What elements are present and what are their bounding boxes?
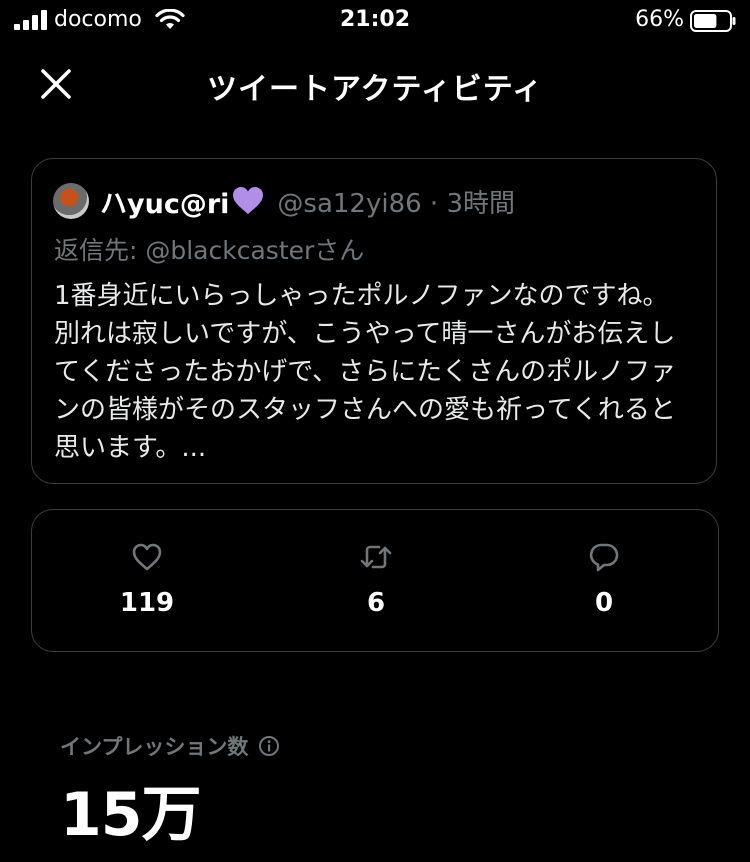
engagement-card: 119 6 0 (31, 509, 719, 652)
replies-count: 0 (594, 588, 614, 618)
tweet-text-line: 思います。... (54, 433, 207, 463)
tweet-text-line: ンの皆様がそのスタッフさんへの愛も祈ってくれると (54, 395, 676, 425)
author-handle-time: @sa12yi86 · 3時間 (277, 188, 515, 219)
likes-count: 119 (119, 588, 175, 618)
heart-icon (132, 543, 162, 571)
impressions-label: インプレッション数 (60, 735, 249, 759)
purple-heart-icon (233, 187, 264, 214)
tweet-card[interactable]: ハyuc@ri @sa12yi86 · 3時間 返信先: @blackcaste… (31, 158, 717, 484)
retweets-count: 6 (366, 588, 386, 618)
reply-to-label[interactable]: 返信先: @blackcasterさん (54, 231, 364, 267)
tweet-text: 1番身近にいらっしゃったポルノファンなのですね。 別れは寂しいですが、こうやって… (54, 277, 694, 467)
replies-metric[interactable]: 0 (534, 540, 674, 618)
retweet-icon (360, 545, 392, 569)
avatar[interactable] (53, 183, 89, 219)
battery-icon (690, 10, 736, 32)
tweet-text-line: 1番身近にいらっしゃったポルノファンなのですね。 (54, 281, 669, 311)
battery-percentage: 66% (635, 7, 684, 32)
reply-icon (589, 543, 619, 572)
tweet-text-line: てくださったおかげで、さらにたくさんのポルノファ (54, 357, 677, 387)
tweet-text-line: 別れは寂しいですが、こうやって晴一さんがお伝えし (54, 319, 676, 349)
retweets-metric[interactable]: 6 (306, 540, 446, 618)
impressions-label-row: インプレッション数 (60, 731, 280, 761)
author-display-name[interactable]: ハyuc@ri (100, 182, 229, 221)
info-icon[interactable] (258, 735, 280, 757)
status-bar: docomo 21:02 66% (0, 0, 750, 44)
likes-metric[interactable]: 119 (77, 540, 217, 618)
page-title: ツイートアクティビティ (207, 72, 543, 107)
tweet-author-line: ハyuc@ri @sa12yi86 · 3時間 (100, 182, 515, 221)
impressions-value: 15万 (60, 780, 201, 850)
